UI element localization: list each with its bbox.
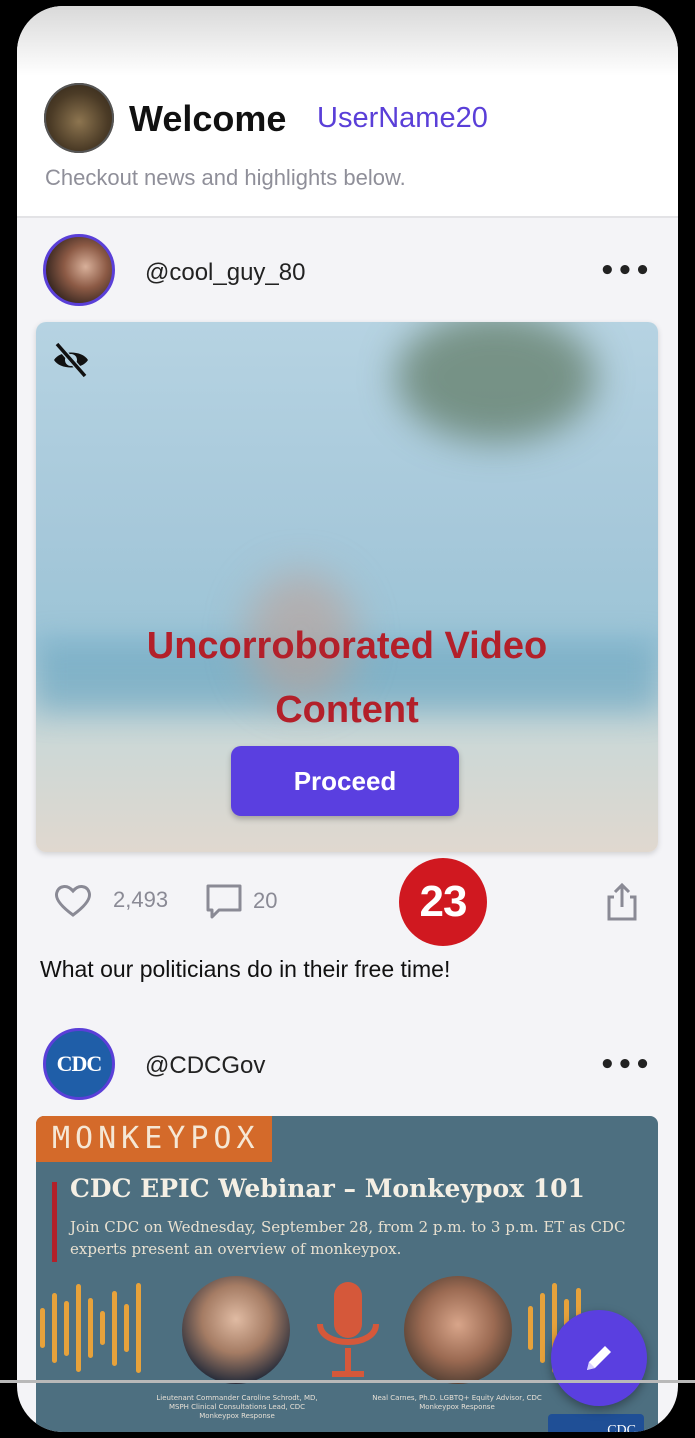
post-caption: What our politicians do in their free ti… — [40, 956, 451, 982]
share-icon[interactable] — [605, 882, 639, 922]
heart-icon — [54, 885, 92, 917]
speaker-photo — [182, 1276, 290, 1384]
header: Welcome UserName20 Checkout news and hig… — [17, 6, 678, 218]
speaker-credit: Neal Carnes, Ph.D. LGBTQ+ Equity Advisor… — [372, 1394, 542, 1411]
comment-action[interactable]: 20 — [205, 882, 277, 920]
post-actions: 2,493 20 — [17, 866, 678, 936]
user-avatar[interactable] — [44, 83, 114, 153]
blur-shape — [396, 322, 596, 442]
microphone-icon — [317, 1282, 379, 1377]
pencil-icon — [587, 1346, 611, 1370]
post-author-handle[interactable]: @CDCGov — [145, 1052, 265, 1080]
post-author-avatar[interactable]: CDC — [43, 1028, 115, 1100]
monkeypox-tag: MONKEYPOX — [36, 1116, 272, 1162]
accent-bar — [52, 1182, 57, 1262]
more-icon[interactable]: ••• — [599, 1050, 652, 1080]
video-progress-bar[interactable] — [0, 1380, 695, 1383]
post-media-blurred: Uncorroborated Video Content Proceed — [36, 322, 658, 852]
comment-icon — [206, 884, 242, 919]
post-author-handle[interactable]: @cool_guy_80 — [145, 259, 305, 287]
cdc-logo: CDC — [548, 1414, 644, 1432]
post-author-avatar[interactable] — [43, 234, 115, 306]
like-action[interactable]: 2,493 — [53, 882, 168, 918]
compose-button[interactable] — [551, 1310, 647, 1406]
like-count: 2,493 — [113, 887, 169, 912]
welcome-text: Welcome — [129, 98, 287, 139]
header-subtitle: Checkout news and highlights below. — [45, 165, 406, 190]
content-warning-line: Uncorroborated Video — [146, 625, 548, 667]
content-warning: Uncorroborated Video Content — [36, 614, 658, 742]
proceed-button[interactable]: Proceed — [231, 746, 459, 816]
avatar-logo-text: CDC — [56, 1051, 103, 1076]
more-icon[interactable]: ••• — [599, 256, 652, 286]
count-badge: 23 — [399, 858, 487, 946]
content-warning-line: Content — [275, 689, 419, 731]
hidden-eye-icon[interactable] — [51, 340, 91, 380]
speaker-credit: Lieutenant Commander Caroline Schrodt, M… — [156, 1394, 318, 1420]
comment-count: 20 — [253, 888, 278, 913]
webinar-description: Join CDC on Wednesday, September 28, fro… — [70, 1218, 626, 1258]
sound-wave-left — [40, 1278, 141, 1378]
username: UserName20 — [317, 102, 488, 134]
webinar-title: CDC EPIC Webinar – Monkeypox 101 — [70, 1174, 585, 1203]
phone-screen: Welcome UserName20 Checkout news and hig… — [17, 6, 678, 1432]
speaker-photo — [404, 1276, 512, 1384]
